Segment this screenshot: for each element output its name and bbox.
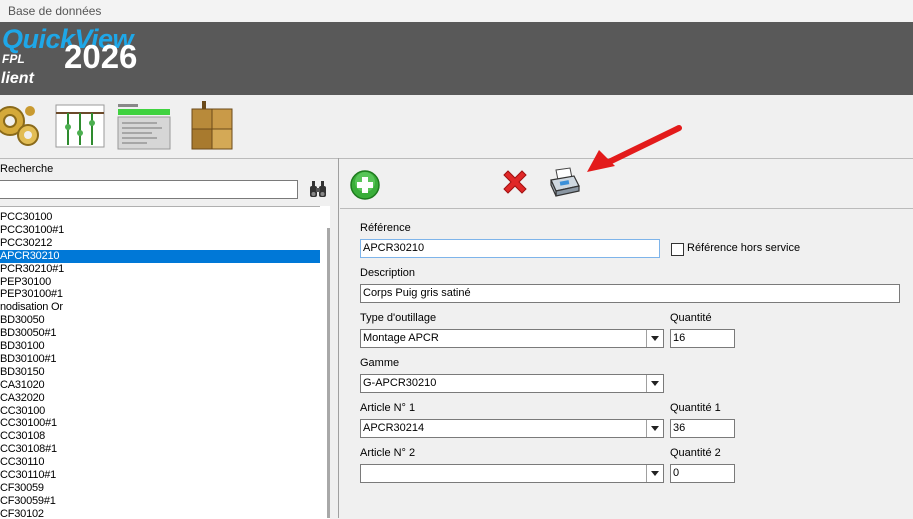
chevron-down-icon[interactable] bbox=[646, 375, 663, 392]
reference-list-item[interactable]: PCC30212 bbox=[0, 237, 320, 250]
reference-list-item[interactable]: CF30102 bbox=[0, 508, 320, 519]
article1-value: APCR30214 bbox=[363, 422, 425, 434]
app-banner: QuickView FPL 2026 lient bbox=[0, 22, 913, 95]
reference-list-item[interactable]: CF30059 bbox=[0, 482, 320, 495]
range-select[interactable]: G-APCR30210 bbox=[360, 374, 664, 393]
scrollbar-thumb[interactable] bbox=[327, 228, 330, 518]
article1-select[interactable]: APCR30214 bbox=[360, 419, 664, 438]
reference-list-item[interactable]: CC30108#1 bbox=[0, 443, 320, 456]
quantity1-field[interactable]: 36 bbox=[670, 419, 735, 438]
reference-label: Référence bbox=[360, 222, 411, 234]
reference-list-item[interactable]: PEP30100#1 bbox=[0, 288, 320, 301]
boxes-icon[interactable] bbox=[188, 99, 240, 151]
search-input[interactable] bbox=[0, 180, 298, 199]
reference-list[interactable]: PCC30100 PCC30100#1 PCC30212 APCR30210 PCR30… bbox=[0, 206, 330, 519]
quantity2-field[interactable]: 0 bbox=[670, 464, 735, 483]
search-label: Recherche bbox=[0, 163, 54, 175]
reference-list-item[interactable]: CC30100#1 bbox=[0, 417, 320, 430]
reference-field[interactable]: APCR30210 bbox=[360, 239, 660, 258]
plants-icon[interactable] bbox=[54, 99, 106, 151]
tooling-type-value: Montage APCR bbox=[363, 332, 439, 344]
description-field[interactable]: Corps Puig gris satiné bbox=[360, 284, 900, 303]
brand-subtitle: FPL bbox=[2, 52, 25, 66]
reference-list-item[interactable]: BD30150 bbox=[0, 366, 320, 379]
reference-list-item[interactable]: PEP30100 bbox=[0, 276, 320, 289]
article2-label: Article N° 2 bbox=[360, 447, 416, 459]
tooling-type-select[interactable]: Montage APCR bbox=[360, 329, 664, 348]
reference-list-item[interactable]: APCR30210 bbox=[0, 249, 320, 263]
chevron-down-icon[interactable] bbox=[646, 330, 663, 347]
delete-icon[interactable] bbox=[500, 168, 530, 198]
reference-list-item[interactable]: CA31020 bbox=[0, 379, 320, 392]
quantity-label: Quantité bbox=[670, 312, 712, 324]
quantity-field[interactable]: 16 bbox=[670, 329, 735, 348]
reference-list-item[interactable]: BD30050 bbox=[0, 314, 320, 327]
quantity2-label: Quantité 2 bbox=[670, 447, 721, 459]
reference-list-item[interactable]: BD30100#1 bbox=[0, 353, 320, 366]
reference-list-item[interactable]: nodisation Or bbox=[0, 301, 320, 314]
reference-list-item[interactable]: CC30108 bbox=[0, 430, 320, 443]
reference-list-item[interactable]: PCR30210#1 bbox=[0, 263, 320, 276]
reference-list-item[interactable]: PCC30100#1 bbox=[0, 224, 320, 237]
article2-select[interactable] bbox=[360, 464, 664, 483]
program-list-icon[interactable] bbox=[117, 99, 171, 151]
range-value: G-APCR30210 bbox=[363, 377, 437, 389]
tooling-type-label: Type d'outillage bbox=[360, 312, 437, 324]
reference-list-item[interactable]: CF30059#1 bbox=[0, 495, 320, 508]
window-title: Base de données bbox=[8, 4, 102, 18]
out-of-service-label: Référence hors service bbox=[687, 242, 801, 254]
article1-label: Article N° 1 bbox=[360, 402, 416, 414]
range-label: Gamme bbox=[360, 357, 400, 369]
gears-icon[interactable] bbox=[0, 99, 42, 151]
year-label: 2026 bbox=[64, 38, 138, 75]
reference-list-item[interactable]: CC30110 bbox=[0, 456, 320, 469]
annotation-arrow bbox=[585, 122, 685, 177]
quantity1-label: Quantité 1 bbox=[670, 402, 721, 414]
reference-list-item[interactable]: BD30100 bbox=[0, 340, 320, 353]
out-of-service-checkbox[interactable] bbox=[671, 243, 684, 256]
window-titlebar: Base de données bbox=[0, 0, 913, 22]
chevron-down-icon[interactable] bbox=[646, 420, 663, 437]
reference-list-item[interactable]: BD30050#1 bbox=[0, 327, 320, 340]
reference-list-item[interactable]: PCC30100 bbox=[0, 211, 320, 224]
binoculars-icon[interactable] bbox=[307, 178, 329, 200]
client-label: lient bbox=[1, 70, 34, 87]
add-button[interactable] bbox=[350, 170, 380, 200]
reference-list-item[interactable]: CA32020 bbox=[0, 392, 320, 405]
description-label: Description bbox=[360, 267, 416, 279]
reference-list-item[interactable]: CC30110#1 bbox=[0, 469, 320, 482]
main-toolbar bbox=[0, 95, 913, 159]
chevron-down-icon[interactable] bbox=[646, 465, 663, 482]
print-icon[interactable] bbox=[548, 166, 582, 200]
reference-list-item[interactable]: CC30100 bbox=[0, 405, 320, 418]
